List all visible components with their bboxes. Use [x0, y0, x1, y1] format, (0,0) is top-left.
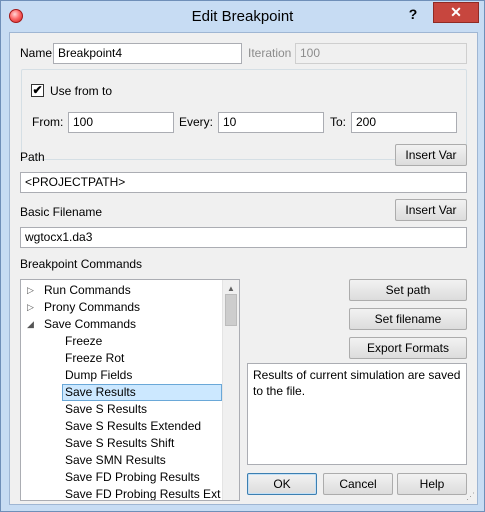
- expanded-arrow-icon[interactable]: ◢: [27, 316, 34, 333]
- close-button[interactable]: ✕: [433, 2, 479, 23]
- tree-item-save-s-results[interactable]: Save S Results: [65, 401, 147, 418]
- name-label: Name: [20, 46, 53, 60]
- filename-insert-var-button[interactable]: Insert Var: [395, 199, 467, 221]
- from-field[interactable]: 100: [68, 112, 174, 133]
- from-label: From:: [32, 115, 64, 129]
- cancel-button[interactable]: Cancel: [323, 473, 393, 495]
- title-bar[interactable]: Edit Breakpoint ? ✕: [1, 1, 484, 32]
- tree-item-save-smn-results[interactable]: Save SMN Results: [65, 452, 166, 469]
- tree-item-save-fd-probing-results[interactable]: Save FD Probing Results: [65, 469, 200, 486]
- scroll-thumb[interactable]: [225, 294, 237, 326]
- tree-item-label: Run Commands: [44, 283, 131, 297]
- tree-item-label: Prony Commands: [44, 300, 141, 314]
- every-label: Every:: [179, 115, 214, 129]
- path-label: Path: [20, 150, 45, 164]
- path-field[interactable]: <PROJECTPATH>: [20, 172, 467, 193]
- command-description: Results of current simulation are saved …: [247, 363, 467, 465]
- collapsed-arrow-icon[interactable]: ▷: [27, 282, 34, 299]
- export-formats-button[interactable]: Export Formats: [349, 337, 467, 359]
- set-path-button[interactable]: Set path: [349, 279, 467, 301]
- use-from-to-label: Use from to: [50, 84, 113, 98]
- tree-item-save-results[interactable]: Save Results: [62, 384, 222, 401]
- breakpoint-commands-label: Breakpoint Commands: [20, 257, 143, 271]
- use-from-to-checkbox[interactable]: ✔: [31, 84, 44, 97]
- edit-breakpoint-dialog: Edit Breakpoint ? ✕ Name Breakpoint4 Ite…: [0, 0, 485, 512]
- tree-item-save-s-results-shift[interactable]: Save S Results Shift: [65, 435, 174, 452]
- tree-scrollbar[interactable]: ▲: [222, 280, 239, 500]
- tree-item-label: Save Commands: [44, 317, 137, 331]
- tree-item-dump-fields[interactable]: Dump Fields: [65, 367, 132, 384]
- every-field[interactable]: 10: [218, 112, 324, 133]
- iteration-label: Iteration: [248, 46, 292, 60]
- ok-button[interactable]: OK: [247, 473, 317, 495]
- set-filename-button[interactable]: Set filename: [349, 308, 467, 330]
- commands-tree[interactable]: ▷ Run Commands ▷ Prony Commands ◢ Save C…: [20, 279, 240, 501]
- tree-item-save-fd-probing-results-ext[interactable]: Save FD Probing Results Ext: [65, 486, 220, 500]
- to-label: To:: [330, 115, 347, 129]
- iteration-field: 100: [295, 43, 467, 64]
- name-field[interactable]: Breakpoint4: [53, 43, 242, 64]
- tree-item-freeze[interactable]: Freeze: [65, 333, 102, 350]
- path-insert-var-button[interactable]: Insert Var: [395, 144, 467, 166]
- resize-grip-icon[interactable]: ⋰: [466, 491, 475, 502]
- help-icon[interactable]: ?: [402, 4, 424, 24]
- tree-item-freeze-rot[interactable]: Freeze Rot: [65, 350, 124, 367]
- basic-filename-field[interactable]: wgtocx1.da3: [20, 227, 467, 248]
- to-field[interactable]: 200: [351, 112, 457, 133]
- tree-item-save-s-results-extended[interactable]: Save S Results Extended: [65, 418, 201, 435]
- help-button[interactable]: Help: [397, 473, 467, 495]
- dialog-body: Name Breakpoint4 Iteration 100 ✔ Use fro…: [9, 32, 478, 505]
- basic-filename-label: Basic Filename: [20, 205, 103, 219]
- collapsed-arrow-icon[interactable]: ▷: [27, 299, 34, 316]
